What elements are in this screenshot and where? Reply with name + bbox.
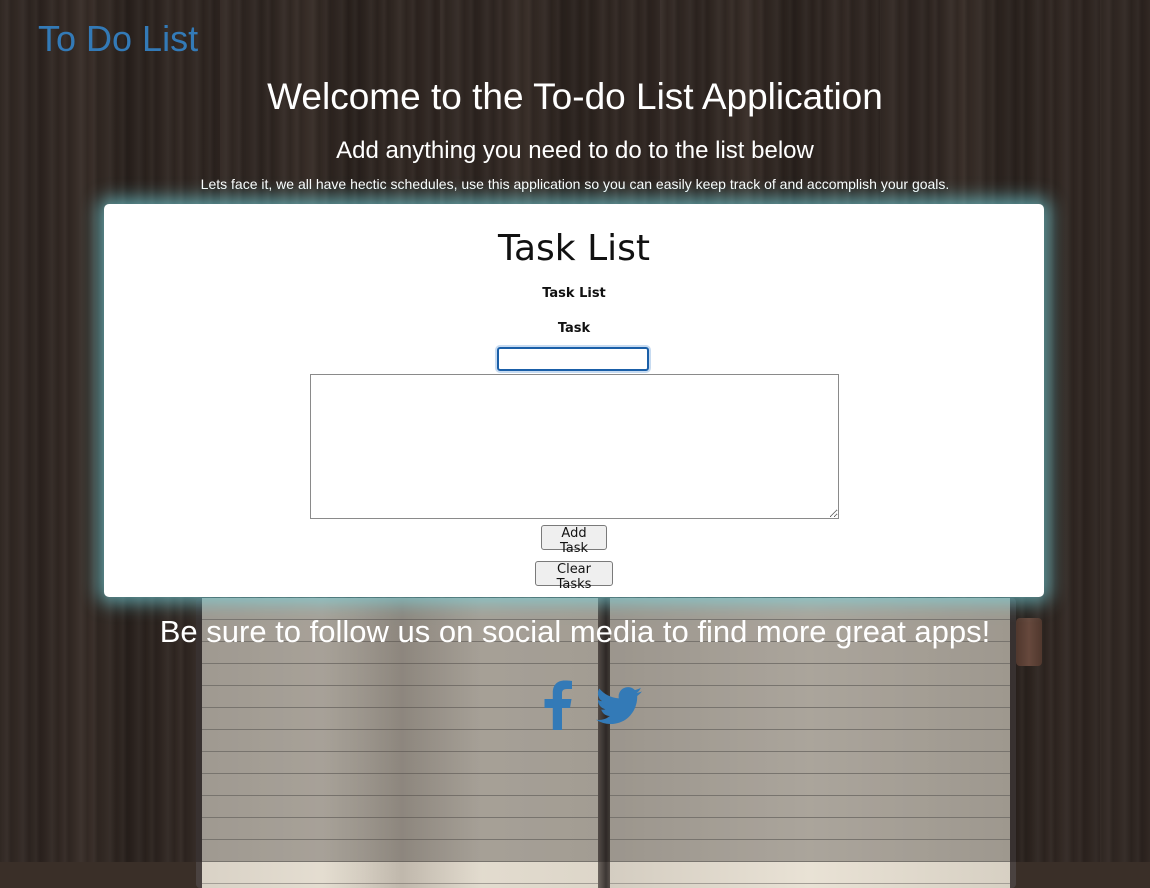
brand-link[interactable]: To Do List bbox=[38, 18, 198, 60]
facebook-icon[interactable] bbox=[540, 680, 574, 730]
card-title: Task List bbox=[497, 228, 651, 269]
task-textarea[interactable] bbox=[310, 374, 839, 519]
page-title: Welcome to the To-do List Application bbox=[267, 76, 883, 117]
task-label: Task bbox=[557, 321, 591, 336]
page-subtitle: Add anything you need to do to the list … bbox=[336, 137, 814, 164]
clear-tasks-button[interactable]: Clear Tasks bbox=[535, 561, 613, 592]
task-input[interactable] bbox=[495, 345, 651, 373]
task-card: Task List Task List Task Add Task Clear … bbox=[104, 204, 1044, 597]
page-tagline: Lets face it, we all have hectic schedul… bbox=[200, 176, 950, 192]
task-list-label: Task List bbox=[542, 286, 606, 301]
add-task-button[interactable]: Add Task bbox=[541, 525, 607, 556]
follow-text: Be sure to follow us on social media to … bbox=[159, 614, 991, 649]
twitter-icon[interactable] bbox=[596, 680, 642, 730]
